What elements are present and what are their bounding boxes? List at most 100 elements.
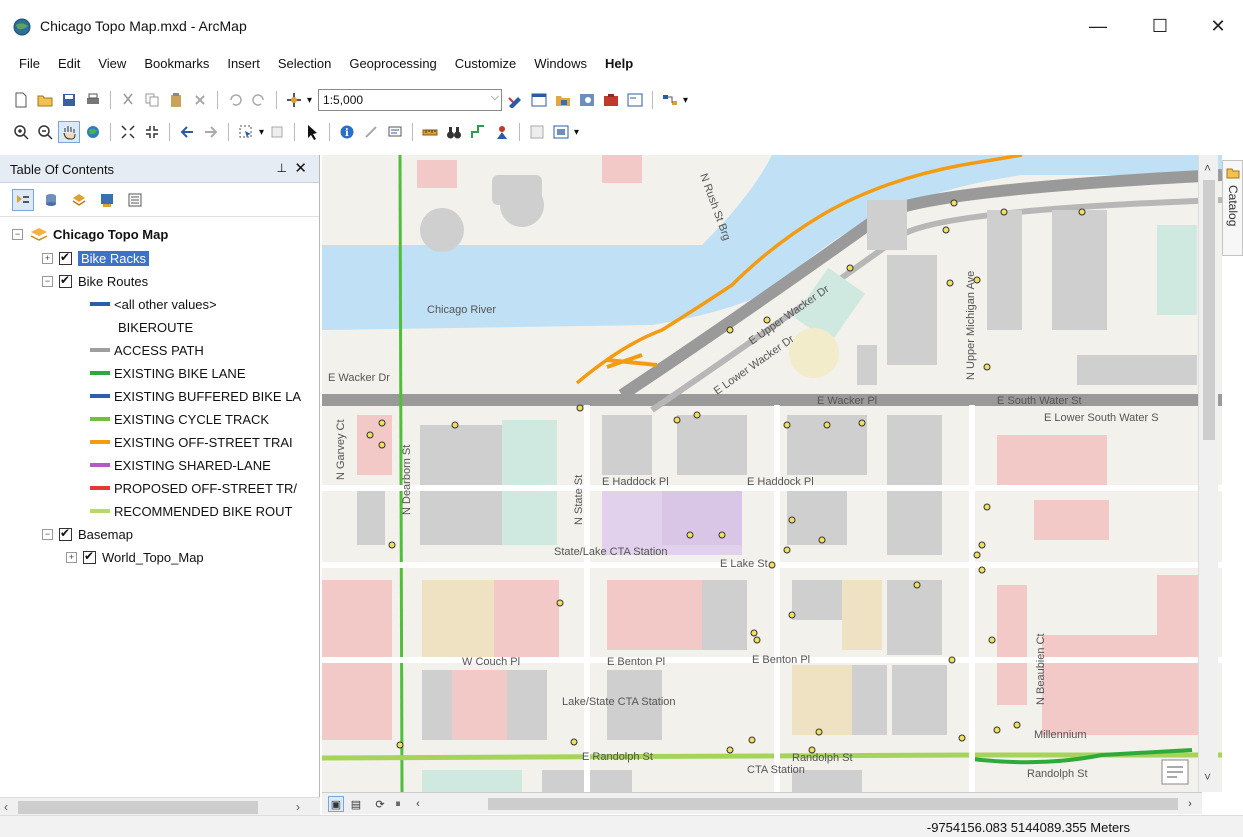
map-canvas[interactable]: E Wacker Dr E Wacker Pl E South Water St… <box>322 155 1222 792</box>
open-folder-icon[interactable] <box>34 89 56 111</box>
map-display[interactable]: E Wacker Dr E Wacker Pl E South Water St… <box>322 155 1222 792</box>
measure-icon[interactable] <box>419 121 441 143</box>
python-window-icon[interactable] <box>624 89 646 111</box>
map-vertical-scrollbar[interactable]: ˄ ˅ <box>1198 155 1218 792</box>
zoom-in-icon[interactable] <box>10 121 32 143</box>
maximize-button[interactable]: ☐ <box>1140 12 1180 40</box>
scroll-left-icon[interactable]: ‹ <box>410 796 426 812</box>
toc-horizontal-scrollbar[interactable]: ‹ › <box>0 797 320 817</box>
toolbar-overflow-icon[interactable]: ▾ <box>574 127 579 138</box>
list-by-source-icon[interactable] <box>40 189 62 211</box>
menu-geoprocessing[interactable]: Geoprocessing <box>340 52 445 76</box>
layer-row-bike-routes[interactable]: − Bike Routes <box>42 270 148 292</box>
print-icon[interactable] <box>82 89 104 111</box>
find-route-icon[interactable] <box>467 121 489 143</box>
layer-name[interactable]: Bike Routes <box>78 274 148 289</box>
menu-file[interactable]: File <box>10 52 49 76</box>
go-to-xy-icon[interactable] <box>491 121 513 143</box>
back-extent-icon[interactable] <box>176 121 198 143</box>
select-elements-arrow-icon[interactable] <box>301 121 323 143</box>
map-scale-combobox[interactable]: 1:5,000 ⌵ <box>318 89 503 111</box>
identify-icon[interactable]: i <box>336 121 358 143</box>
full-extent-globe-icon[interactable] <box>82 121 104 143</box>
layer-visibility-checkbox[interactable] <box>59 526 72 541</box>
list-by-selection-icon[interactable] <box>96 189 118 211</box>
add-data-icon[interactable] <box>283 89 305 111</box>
layer-row-bike-racks[interactable]: + Bike Racks <box>42 247 150 269</box>
layer-name[interactable]: World_Topo_Map <box>102 550 204 565</box>
cut-icon[interactable] <box>117 89 139 111</box>
collapse-expander[interactable]: − <box>42 275 53 287</box>
minimize-button[interactable]: — <box>1078 12 1118 40</box>
toolbar-overflow-icon[interactable]: ▾ <box>683 95 688 106</box>
create-viewer-window-icon[interactable] <box>550 121 572 143</box>
pan-hand-icon[interactable] <box>58 121 80 143</box>
scroll-right-icon[interactable]: › <box>1182 796 1198 812</box>
layer-visibility-checkbox[interactable] <box>59 273 72 288</box>
search-window-icon[interactable] <box>576 89 598 111</box>
forward-extent-icon[interactable] <box>200 121 222 143</box>
copy-icon[interactable] <box>141 89 163 111</box>
data-frame-row[interactable]: − Chicago Topo Map <box>12 223 168 245</box>
pin-icon[interactable]: ⊥ <box>277 161 287 175</box>
time-slider-icon[interactable] <box>526 121 548 143</box>
expand-expander[interactable]: + <box>42 252 53 264</box>
scrollbar-thumb[interactable] <box>18 801 258 814</box>
save-icon[interactable] <box>58 89 80 111</box>
layer-name[interactable]: Basemap <box>78 527 133 542</box>
menu-edit[interactable]: Edit <box>49 52 89 76</box>
close-icon[interactable]: ✕ <box>294 159 307 177</box>
editor-toolbar-icon[interactable] <box>504 89 526 111</box>
expand-expander[interactable]: + <box>66 551 77 563</box>
close-button[interactable]: ✕ <box>1198 12 1238 40</box>
new-document-icon[interactable] <box>10 89 32 111</box>
scrollbar-thumb[interactable] <box>1203 180 1215 440</box>
layer-visibility-checkbox[interactable] <box>83 549 96 564</box>
layer-row-world-topo-map[interactable]: + World_Topo_Map <box>66 546 204 568</box>
collapse-expander[interactable]: − <box>12 228 23 240</box>
scroll-left-icon[interactable]: ‹ <box>4 800 8 814</box>
zoom-out-icon[interactable] <box>34 121 56 143</box>
hyperlink-icon[interactable] <box>360 121 382 143</box>
select-features-icon[interactable] <box>235 121 257 143</box>
layer-visibility-checkbox[interactable] <box>59 250 72 265</box>
layer-row-basemap[interactable]: − Basemap <box>42 523 133 545</box>
add-data-dropdown-icon[interactable]: ▾ <box>307 95 312 106</box>
refresh-icon[interactable]: ⟳ <box>372 796 388 812</box>
menu-bookmarks[interactable]: Bookmarks <box>135 52 218 76</box>
fixed-zoom-in-icon[interactable] <box>117 121 139 143</box>
data-view-icon[interactable]: ▣ <box>328 796 344 812</box>
map-horizontal-scrollbar-thumb[interactable] <box>488 798 1178 810</box>
fixed-zoom-out-icon[interactable] <box>141 121 163 143</box>
menu-insert[interactable]: Insert <box>218 52 269 76</box>
menu-view[interactable]: View <box>89 52 135 76</box>
toc-options-icon[interactable] <box>124 189 146 211</box>
scroll-right-icon[interactable]: › <box>296 800 300 814</box>
menu-selection[interactable]: Selection <box>269 52 340 76</box>
undo-icon[interactable] <box>224 89 246 111</box>
layout-view-icon[interactable]: ▤ <box>348 796 364 812</box>
table-of-contents-icon[interactable] <box>528 89 550 111</box>
catalog-side-tab[interactable]: Catalog <box>1222 160 1243 256</box>
clear-selection-icon[interactable] <box>266 121 288 143</box>
scroll-up-icon[interactable]: ˄ <box>1204 161 1211 175</box>
find-binoculars-icon[interactable] <box>443 121 465 143</box>
menu-windows[interactable]: Windows <box>525 52 596 76</box>
list-by-drawing-order-icon[interactable] <box>12 188 34 211</box>
delete-icon[interactable] <box>189 89 211 111</box>
chevron-down-icon[interactable]: ⌵ <box>491 91 499 104</box>
menu-customize[interactable]: Customize <box>446 52 525 76</box>
paste-icon[interactable] <box>165 89 187 111</box>
select-dropdown-icon[interactable]: ▾ <box>259 127 264 138</box>
list-by-visibility-icon[interactable] <box>68 189 90 211</box>
layer-name[interactable]: Bike Racks <box>78 250 150 266</box>
catalog-window-icon[interactable] <box>552 89 574 111</box>
redo-icon[interactable] <box>248 89 270 111</box>
collapse-expander[interactable]: − <box>42 528 53 540</box>
html-popup-icon[interactable] <box>384 121 406 143</box>
scroll-down-icon[interactable]: ˅ <box>1204 770 1211 784</box>
arctoolbox-icon[interactable] <box>600 89 622 111</box>
model-builder-icon[interactable] <box>659 89 681 111</box>
menu-help[interactable]: Help <box>596 52 642 76</box>
pause-drawing-icon[interactable]: ⏸ <box>390 796 406 812</box>
